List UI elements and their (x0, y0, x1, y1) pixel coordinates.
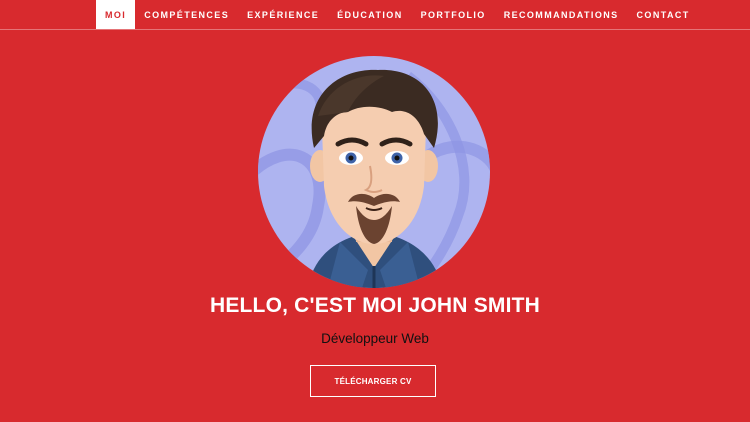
hero-subtitle: Développeur Web (321, 331, 429, 346)
top-navigation: MOI COMPÉTENCES EXPÉRIENCE ÉDUCATION POR… (0, 0, 750, 30)
nav-item-moi[interactable]: MOI (96, 0, 136, 29)
profile-avatar (258, 56, 490, 288)
nav-item-recommandations[interactable]: RECOMMANDATIONS (495, 0, 628, 29)
hero-title: HELLO, C'EST MOI JOHN SMITH (209, 294, 541, 317)
nav-item-portfolio[interactable]: PORTFOLIO (412, 0, 495, 29)
nav-list: MOI COMPÉTENCES EXPÉRIENCE ÉDUCATION POR… (96, 0, 699, 29)
nav-item-education[interactable]: ÉDUCATION (328, 0, 411, 29)
nav-item-experience[interactable]: EXPÉRIENCE (238, 0, 328, 29)
download-cv-button[interactable]: TÉLÉCHARGER CV (310, 365, 436, 397)
nav-item-contact[interactable]: CONTACT (628, 0, 699, 29)
nav-item-competences[interactable]: COMPÉTENCES (135, 0, 238, 29)
avatar-illustration-icon (258, 69, 490, 288)
